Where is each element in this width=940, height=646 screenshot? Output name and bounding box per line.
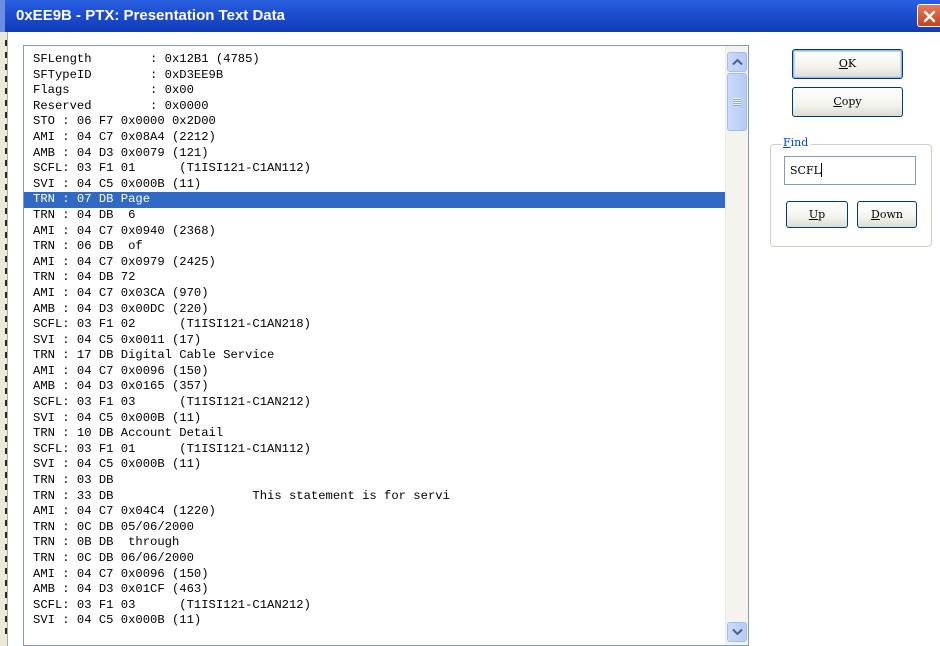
list-item[interactable]: AMI : 04 C7 0x03CA (970) xyxy=(24,286,726,302)
text-caret xyxy=(821,163,822,177)
list-item[interactable]: AMI : 04 C7 0x0940 (2368) xyxy=(24,224,726,240)
list-item[interactable]: SVI : 04 C5 0x000B (11) xyxy=(24,613,726,629)
list-item[interactable]: SCFL: 03 F1 03 (T1ISI121-C1AN212) xyxy=(24,395,726,411)
ok-button[interactable]: OK xyxy=(792,49,903,79)
find-down-button[interactable]: Down xyxy=(857,201,917,228)
scroll-up-button[interactable] xyxy=(727,52,747,72)
record-list: SFLength : 0x12B1 (4785) SFTypeID : 0xD3E… xyxy=(24,52,726,629)
record-listbox[interactable]: SFLength : 0x12B1 (4785) SFTypeID : 0xD3E… xyxy=(23,45,749,646)
close-icon xyxy=(923,10,936,23)
list-item[interactable]: SVI : 04 C5 0x000B (11) xyxy=(24,457,726,473)
list-item[interactable]: STO : 06 F7 0x0000 0x2D00 xyxy=(24,114,726,130)
list-item[interactable]: AMI : 04 C7 0x0096 (150) xyxy=(24,567,726,583)
list-item[interactable]: TRN : 17 DB Digital Cable Service xyxy=(24,348,726,364)
list-item[interactable]: AMI : 04 C7 0x0979 (2425) xyxy=(24,255,726,271)
list-item[interactable]: SFTypeID : 0xD3EE9B xyxy=(24,68,726,84)
list-item[interactable]: SVI : 04 C5 0x0011 (17) xyxy=(24,333,726,349)
ok-button-label: OK xyxy=(838,57,857,70)
list-item[interactable]: SVI : 04 C5 0x000B (11) xyxy=(24,177,726,193)
list-item[interactable]: SCFL: 03 F1 01 (T1ISI121-C1AN112) xyxy=(24,161,726,177)
list-item[interactable]: AMI : 04 C7 0x04C4 (1220) xyxy=(24,504,726,520)
copy-button-label: Copy xyxy=(833,95,862,108)
list-item[interactable]: Flags : 0x00 xyxy=(24,83,726,99)
border-marks xyxy=(5,40,7,640)
list-item[interactable]: TRN : 33 DB This statement is for servi xyxy=(24,489,726,505)
list-item[interactable]: SCFL: 03 F1 02 (T1ISI121-C1AN218) xyxy=(24,317,726,333)
list-item[interactable]: TRN : 06 DB of xyxy=(24,239,726,255)
find-input[interactable] xyxy=(784,156,916,185)
list-item[interactable]: AMB : 04 D3 0x01CF (463) xyxy=(24,582,726,598)
window-title: 0xEE9B - PTX: Presentation Text Data xyxy=(16,7,285,24)
list-item[interactable]: Reserved : 0x0000 xyxy=(24,99,726,115)
list-item-selected[interactable]: TRN : 07 DB Page xyxy=(24,192,726,208)
find-up-button[interactable]: Up xyxy=(786,201,848,228)
list-item[interactable]: SCFL: 03 F1 01 (T1ISI121-C1AN112) xyxy=(24,442,726,458)
close-button[interactable] xyxy=(917,4,940,27)
scroll-thumb[interactable] xyxy=(727,73,747,131)
copy-button[interactable]: Copy xyxy=(792,87,903,117)
list-item[interactable]: TRN : 0B DB through xyxy=(24,535,726,551)
list-item[interactable]: AMI : 04 C7 0x0096 (150) xyxy=(24,364,726,380)
chevron-down-icon xyxy=(732,628,743,636)
title-bar[interactable]: 0xEE9B - PTX: Presentation Text Data xyxy=(0,0,940,33)
list-item[interactable]: AMB : 04 D3 0x0079 (121) xyxy=(24,146,726,162)
list-item[interactable]: TRN : 0C DB 05/06/2000 xyxy=(24,520,726,536)
scroll-thumb-grip xyxy=(733,98,741,106)
up-button-label: Up xyxy=(808,208,826,221)
down-button-label: Down xyxy=(871,208,903,221)
list-item[interactable]: SCFL: 03 F1 03 (T1ISI121-C1AN212) xyxy=(24,598,726,614)
find-label: Find xyxy=(782,136,812,149)
title-bar-left-edge xyxy=(0,0,5,32)
list-item[interactable]: TRN : 03 DB xyxy=(24,473,726,489)
window-left-border xyxy=(0,32,8,646)
vertical-scrollbar[interactable] xyxy=(725,46,748,645)
list-item[interactable]: SVI : 04 C5 0x000B (11) xyxy=(24,411,726,427)
list-item[interactable]: AMB : 04 D3 0x0165 (357) xyxy=(24,379,726,395)
list-item[interactable]: AMI : 04 C7 0x08A4 (2212) xyxy=(24,130,726,146)
list-item[interactable]: TRN : 10 DB Account Detail xyxy=(24,426,726,442)
list-item[interactable]: TRN : 04 DB 72 xyxy=(24,270,726,286)
list-item[interactable]: TRN : 0C DB 06/06/2000 xyxy=(24,551,726,567)
dialog-window: 0xEE9B - PTX: Presentation Text Data SFL… xyxy=(0,0,940,646)
list-item[interactable]: TRN : 04 DB 6 xyxy=(24,208,726,224)
scroll-down-button[interactable] xyxy=(727,622,747,642)
chevron-up-icon xyxy=(732,58,743,66)
list-item[interactable]: SFLength : 0x12B1 (4785) xyxy=(24,52,726,68)
list-item[interactable]: AMB : 04 D3 0x00DC (220) xyxy=(24,302,726,318)
